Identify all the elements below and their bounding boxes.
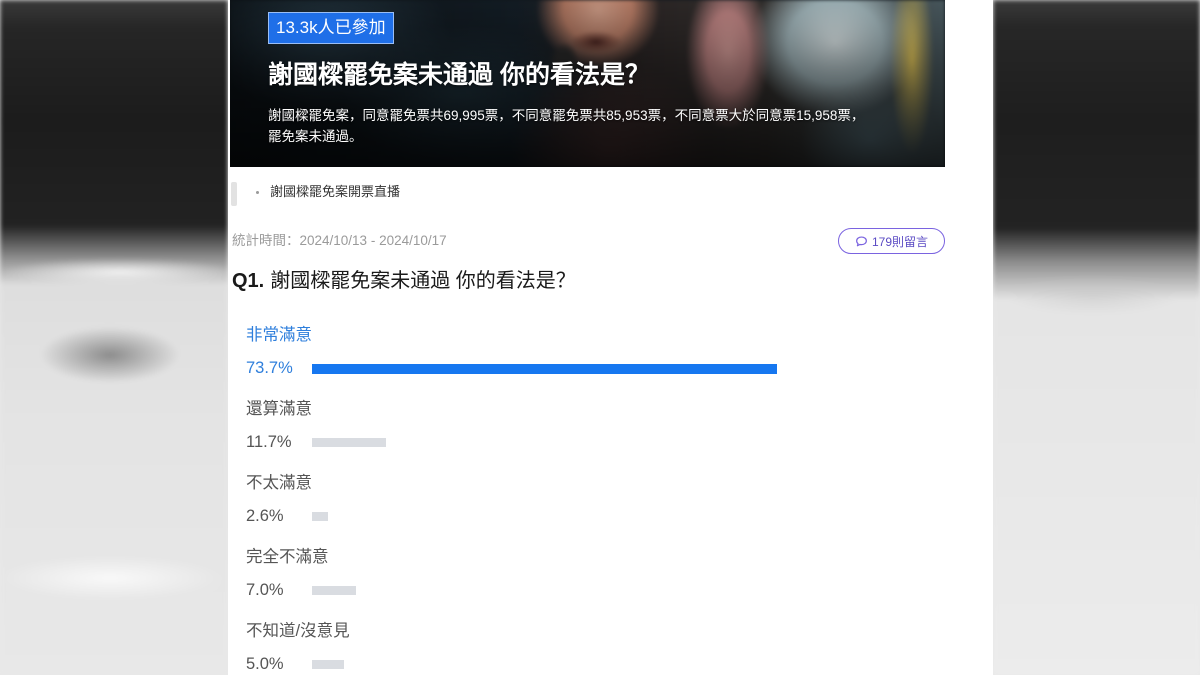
option-result-bar: [312, 586, 357, 595]
bullet-dot-icon: [256, 190, 259, 194]
option-label: 不知道/沒意見: [246, 622, 350, 640]
option-percent: 5.0%: [246, 655, 284, 673]
poll-options: 非常滿意 73.7% 還算滿意 11.7% 不太滿意 2.6% 完全不滿意 7.…: [246, 324, 946, 675]
option-result-bar: [312, 438, 386, 447]
participants-badge: 13.3k人已參加: [268, 12, 394, 44]
option-result-bar: [312, 660, 344, 669]
poll-description-line: 謝國樑罷免案，同意罷免票共69,995票，不同意罷免票共85,953票，不同意票…: [268, 108, 865, 123]
comments-button[interactable]: 179則留言: [838, 228, 945, 254]
poll-option: 非常滿意 73.7%: [246, 324, 946, 398]
option-percent: 11.7%: [246, 433, 292, 451]
option-label: 不太滿意: [246, 474, 312, 492]
related-link[interactable]: 謝國樑罷免案開票直播: [256, 182, 400, 202]
poll-description-line: 罷免案未通過。: [268, 129, 363, 144]
question-text: 謝國樑罷免案未通過 你的看法是？: [270, 270, 576, 292]
option-percent: 73.7%: [246, 359, 293, 377]
stats-period: 統計時間：2024/10/13 - 2024/10/17: [232, 233, 447, 248]
option-label: 還算滿意: [246, 400, 312, 418]
option-percent: 2.6%: [246, 507, 284, 525]
option-label: 完全不滿意: [246, 548, 329, 566]
poll-option: 不太滿意 2.6%: [246, 472, 946, 546]
question-number: Q1.: [232, 270, 265, 292]
poll-option: 完全不滿意 7.0%: [246, 546, 946, 620]
screen: 13.3k人已參加 謝國樑罷免案未通過 你的看法是？ 謝國樑罷免案，同意罷免票共…: [0, 0, 1200, 675]
blurred-background-left: [0, 0, 228, 675]
question-heading: Q1. 謝國樑罷免案未通過 你的看法是？: [232, 267, 576, 295]
blurred-background-right: [993, 0, 1200, 675]
related-link-label: 謝國樑罷免案開票直播: [270, 184, 401, 199]
speech-bubble-icon: [855, 235, 868, 248]
poll-title: 謝國樑罷免案未通過 你的看法是？: [268, 61, 650, 89]
option-result-bar: [312, 364, 777, 374]
comments-button-label: 179則留言: [871, 234, 929, 249]
related-list-marker: [231, 182, 237, 206]
option-result-bar: [312, 512, 329, 521]
poll-description: 謝國樑罷免案，同意罷免票共69,995票，不同意罷免票共85,953票，不同意票…: [268, 105, 864, 147]
poll-option: 不知道/沒意見 5.0%: [246, 620, 946, 675]
poll-option: 還算滿意 11.7%: [246, 398, 946, 472]
option-percent: 7.0%: [246, 581, 284, 599]
option-label: 非常滿意: [246, 326, 312, 344]
